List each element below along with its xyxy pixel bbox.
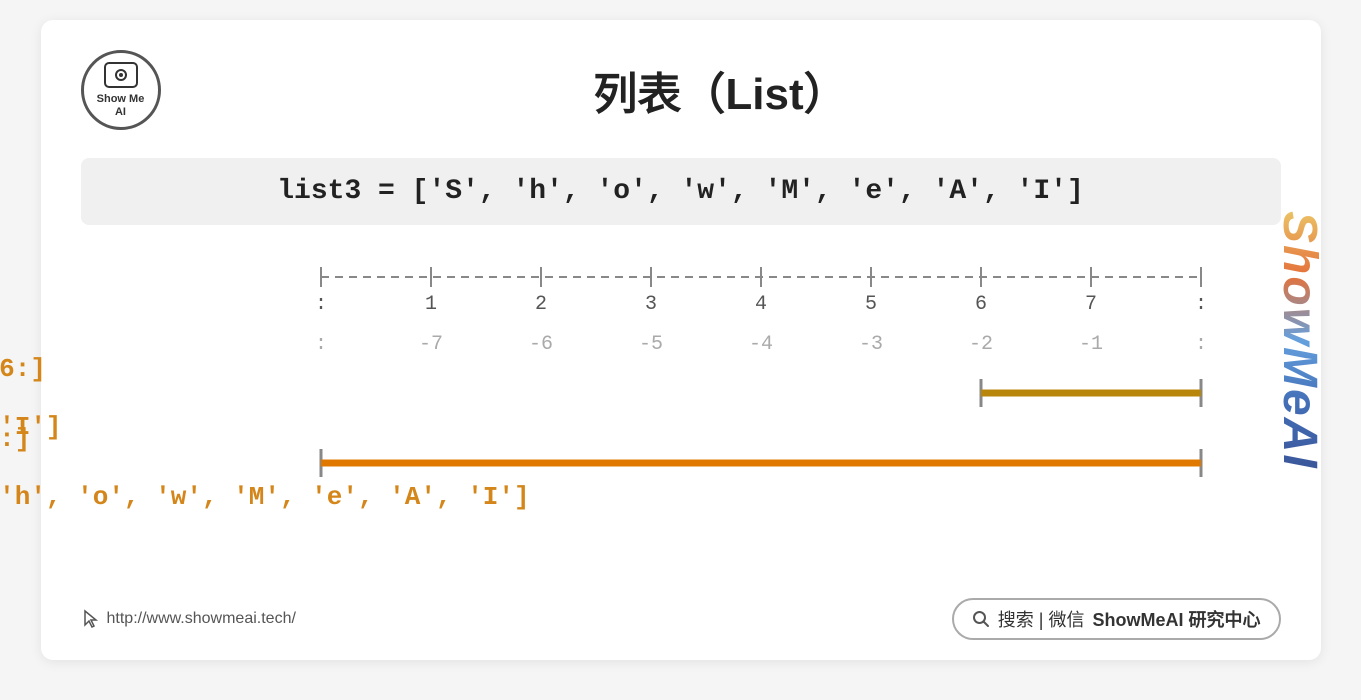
- logo-icon: [103, 61, 139, 89]
- diagram-area: 截取 : 1 2 3 4 5 6 7 : :: [81, 249, 1281, 574]
- svg-text:-6: -6: [528, 333, 552, 356]
- row2-code: list3[:]: [0, 424, 530, 454]
- url-text: http://www.showmeai.tech/: [107, 610, 296, 628]
- search-icon: [972, 610, 990, 628]
- code-content: list3 = ['S', 'h', 'o', 'w', 'M', 'e', '…: [277, 176, 1084, 207]
- logo-text: Show MeAI: [97, 93, 145, 119]
- footer: http://www.showmeai.tech/ 搜索 | 微信 ShowMe…: [81, 598, 1281, 640]
- svg-text::: :: [1194, 293, 1206, 316]
- svg-text:5: 5: [864, 293, 876, 316]
- row2-labels: list3[:] ['S', 'h', 'o', 'w', 'M', 'e', …: [0, 424, 530, 512]
- svg-text::: :: [314, 333, 326, 356]
- row2-result: ['S', 'h', 'o', 'w', 'M', 'e', 'A', 'I']: [0, 482, 530, 512]
- diagram-svg: 截取 : 1 2 3 4 5 6 7 : :: [261, 249, 1221, 569]
- svg-text:-2: -2: [968, 333, 992, 356]
- svg-text::: :: [1194, 333, 1206, 356]
- main-container: ShowMeAI Show MeAI 列表（List） list3 = ['S'…: [41, 20, 1321, 660]
- svg-text:-1: -1: [1078, 333, 1102, 356]
- svg-text:4: 4: [754, 293, 766, 316]
- watermark-text: ShowMeAI: [1279, 211, 1321, 470]
- footer-search-box: 搜索 | 微信 ShowMeAI 研究中心: [952, 598, 1281, 640]
- logo: Show MeAI: [81, 50, 161, 130]
- brand-label: ShowMeAI 研究中心: [1092, 606, 1260, 632]
- code-box: list3 = ['S', 'h', 'o', 'w', 'M', 'e', '…: [81, 158, 1281, 225]
- svg-text:2: 2: [534, 293, 546, 316]
- svg-text:-4: -4: [748, 333, 772, 356]
- header: Show MeAI 列表（List）: [81, 50, 1281, 130]
- svg-text:-7: -7: [418, 333, 442, 356]
- page-title: 列表（List）: [161, 58, 1281, 122]
- svg-text:-3: -3: [858, 333, 882, 356]
- row1-code: list3[6:]: [0, 354, 62, 384]
- svg-text::: :: [314, 293, 326, 316]
- cursor-icon: [81, 609, 101, 629]
- svg-text:7: 7: [1084, 293, 1096, 316]
- footer-url: http://www.showmeai.tech/: [81, 609, 296, 629]
- watermark: ShowMeAI: [1279, 50, 1321, 630]
- svg-text:-5: -5: [638, 333, 662, 356]
- search-label: 搜索 | 微信: [998, 606, 1085, 632]
- svg-text:1: 1: [424, 293, 436, 316]
- svg-text:3: 3: [644, 293, 656, 316]
- svg-text:6: 6: [974, 293, 986, 316]
